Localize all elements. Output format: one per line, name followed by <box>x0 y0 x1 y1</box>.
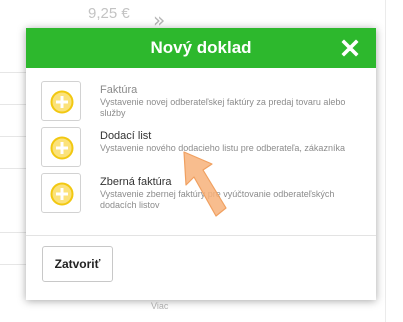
new-document-dialog: Nový doklad Faktúra Vystavenie novej odb… <box>26 28 376 300</box>
item-title: Dodací list <box>100 130 152 142</box>
close-x-icon[interactable] <box>340 38 360 58</box>
document-type-list: Faktúra Vystavenie novej odberateľskej f… <box>40 81 370 219</box>
item-description: Vystavenie nového dodacieho listu pre od… <box>100 143 345 153</box>
item-description: Vystavenie zbernej faktúry pre vyúčtovan… <box>100 189 335 210</box>
item-description: Vystavenie novej odberateľskej faktúry z… <box>100 97 346 118</box>
background-row-divider <box>0 168 26 169</box>
background-row-divider <box>0 72 26 73</box>
item-title: Faktúra <box>100 84 138 96</box>
plus-circle-icon[interactable] <box>41 81 81 121</box>
background-row-divider <box>0 264 26 265</box>
background-row-divider <box>0 232 26 233</box>
list-item-invoice[interactable]: Faktúra Vystavenie novej odberateľskej f… <box>40 81 370 127</box>
plus-circle-icon[interactable] <box>41 127 81 167</box>
background-row-divider <box>0 104 26 105</box>
dialog-header: Nový doklad <box>26 28 376 68</box>
background-row-divider <box>0 136 26 137</box>
item-title: Zberná faktúra <box>100 176 172 188</box>
list-item-delivery-note[interactable]: Dodací list Vystavenie nového dodacieho … <box>40 127 370 173</box>
list-item-collective-invoice[interactable]: Zberná faktúra Vystavenie zbernej faktúr… <box>40 173 370 219</box>
close-button[interactable]: Zatvoriť <box>42 246 113 282</box>
dialog-title: Nový doklad <box>150 38 252 57</box>
footer-divider <box>26 235 376 236</box>
plus-circle-icon[interactable] <box>41 173 81 213</box>
background-price: 9,25 € <box>88 5 130 22</box>
background-more-link[interactable]: Viac <box>151 301 168 311</box>
background-column-line <box>385 0 386 322</box>
